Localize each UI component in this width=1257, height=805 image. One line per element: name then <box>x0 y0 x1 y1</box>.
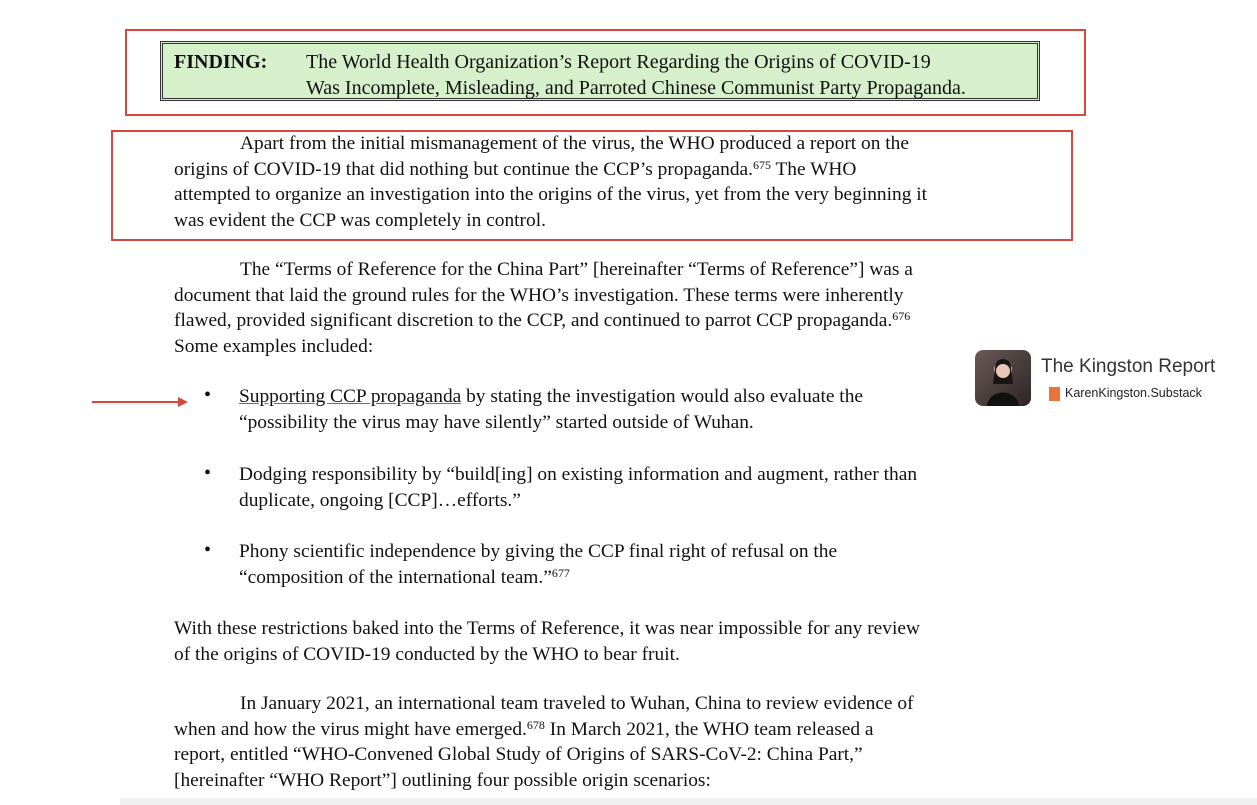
footnote-677[interactable]: 677 <box>552 566 570 580</box>
bullet-1-line-2: “possibility the virus may have silently… <box>239 411 754 433</box>
paragraph-4: In January 2021, an international team t… <box>174 691 1034 793</box>
bullet-1-lead: Supporting CCP propaganda <box>239 386 462 407</box>
p1-line-3: attempted to organize an investigation i… <box>174 184 928 205</box>
p1-line-4: was evident the CCP was completely in co… <box>174 209 546 231</box>
substack-icon <box>1049 387 1060 401</box>
p2-line-1: The “Terms of Reference for the China Pa… <box>240 259 913 280</box>
footnote-678[interactable]: 678 <box>527 718 545 732</box>
bullet-3-line-1: Phony scientific independence by giving … <box>239 541 838 562</box>
bullet-3-line-2: “composition of the international team.” <box>239 566 552 588</box>
p2-line-3: flawed, provided significant discretion … <box>174 310 893 331</box>
bullet-2-line-1: Dodging responsibility by “build[ing] on… <box>239 464 918 485</box>
paragraph-2: The “Terms of Reference for the China Pa… <box>174 257 1034 359</box>
bullet-3: Phony scientific independence by giving … <box>239 539 1039 590</box>
p3-line-2: of the origins of COVID-19 conducted by … <box>174 643 680 665</box>
footnote-676[interactable]: 676 <box>892 309 910 323</box>
paragraph-1: Apart from the initial mismanagement of … <box>174 131 1034 233</box>
author-avatar <box>975 350 1031 406</box>
page-bottom-edge <box>120 798 1257 805</box>
p2-line-2: document that laid the ground rules for … <box>174 284 904 306</box>
watermark-title: The Kingston Report <box>1041 356 1216 377</box>
footnote-675[interactable]: 675 <box>753 158 771 172</box>
p4-line-2: when and how the virus might have emerge… <box>174 718 527 740</box>
bullet-1-line-1: by stating the investigation would also … <box>461 386 863 407</box>
finding-label: FINDING: <box>174 51 268 73</box>
bullet-2-line-2: duplicate, ongoing [CCP]…efforts.” <box>239 489 521 511</box>
p3-line-1: With these restrictions baked into the T… <box>174 618 920 639</box>
bullet-3-marker: • <box>204 539 212 561</box>
bullet-2-marker: • <box>204 462 212 484</box>
finding-line-1: The World Health Organization’s Report R… <box>306 51 931 73</box>
watermark-subtitle: KarenKingston.Substack <box>1065 386 1202 400</box>
p1-line-1: Apart from the initial mismanagement of … <box>240 133 909 154</box>
p4-line-4: [hereinafter “WHO Report”] outlining fou… <box>174 769 711 791</box>
p1-line-2: origins of COVID-19 that did nothing but… <box>174 158 753 180</box>
finding-title: The World Health Organization’s Report R… <box>306 49 1046 101</box>
p4-line-2-end: In March 2021, the WHO team released a <box>544 718 874 740</box>
finding-line-2: Was Incomplete, Misleading, and Parroted… <box>306 75 1046 101</box>
bullet-2: Dodging responsibility by “build[ing] on… <box>239 462 1039 513</box>
p4-line-3: report, entitled “WHO-Convened Global St… <box>174 744 863 765</box>
p1-line-2-end: The WHO <box>770 158 857 180</box>
p2-line-4: Some examples included: <box>174 335 374 357</box>
watermark[interactable]: The Kingston Report KarenKingston.Substa… <box>975 350 1235 406</box>
bullet-1: Supporting CCP propaganda by stating the… <box>239 384 1039 435</box>
paragraph-3: With these restrictions baked into the T… <box>174 616 1034 667</box>
p4-line-1: In January 2021, an international team t… <box>240 693 914 714</box>
person-silhouette-icon <box>987 359 1019 406</box>
bullet-1-marker: • <box>204 384 212 406</box>
annotation-arrow <box>92 397 188 407</box>
finding-line-2-text: Was Incomplete, Misleading, and Parroted… <box>306 77 966 99</box>
